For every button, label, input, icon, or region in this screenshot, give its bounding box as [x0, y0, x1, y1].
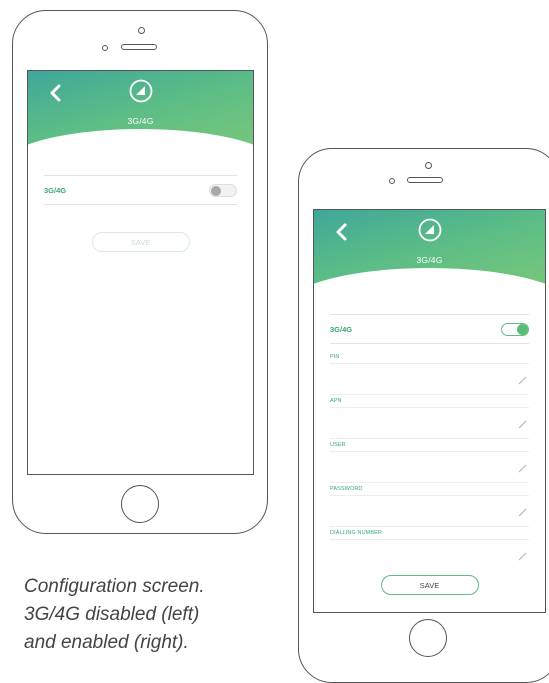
app-header: 3G/4G [314, 210, 545, 308]
header-curve [28, 129, 253, 169]
camera-dot [425, 162, 432, 169]
save-button[interactable]: SAVE [380, 575, 479, 595]
user-field: USER [330, 442, 529, 486]
network-toggle-switch[interactable] [209, 183, 237, 197]
apn-label: APN [330, 398, 342, 404]
pencil-icon[interactable] [518, 376, 527, 385]
caption-line: 3G/4G disabled (left) [24, 604, 200, 625]
divider [330, 526, 529, 527]
dialling-number-input[interactable] [330, 540, 529, 570]
phone-mockup-left: 3G/4G 3G/4G SAVE [12, 10, 268, 534]
caption-line: and enabled (right). [24, 632, 189, 653]
page-title: 3G/4G [416, 255, 443, 265]
password-input[interactable] [330, 496, 529, 526]
toggle-label: 3G/4G [330, 324, 353, 334]
dialling-number-label: DIALLING NUMBER [330, 530, 382, 536]
camera-dot [138, 27, 145, 34]
network-toggle-row: 3G/4G [44, 175, 237, 205]
home-button [409, 619, 447, 657]
toggle-knob [517, 323, 528, 335]
back-chevron-icon[interactable] [332, 222, 352, 242]
network-toggle-row: 3G/4G [330, 314, 529, 344]
circle-triangle-icon [129, 79, 152, 103]
password-label: PASSWORD [330, 486, 363, 492]
caption: Configuration screen. 3G/4G disabled (le… [24, 573, 274, 657]
pin-label: PIN [330, 354, 340, 360]
caption-line: Configuration screen. [24, 576, 205, 597]
header-curve [314, 268, 545, 308]
dialling-number-field: DIALLING NUMBER [330, 530, 529, 574]
home-button [121, 485, 159, 523]
app-header: 3G/4G [28, 71, 253, 169]
toggle-label: 3G/4G [44, 185, 67, 195]
toggle-knob [211, 185, 221, 196]
password-field: PASSWORD [330, 486, 529, 530]
divider [330, 482, 529, 483]
front-camera [389, 178, 395, 184]
user-input[interactable] [330, 452, 529, 482]
pencil-icon[interactable] [518, 464, 527, 473]
app-screen-disabled: 3G/4G 3G/4G SAVE [27, 70, 254, 475]
apn-input[interactable] [330, 408, 529, 438]
page-title: 3G/4G [127, 116, 154, 126]
divider [330, 438, 529, 439]
pencil-icon[interactable] [518, 508, 527, 517]
save-button[interactable]: SAVE [91, 232, 190, 252]
front-camera [102, 45, 108, 51]
network-toggle-switch[interactable] [501, 322, 529, 336]
pencil-icon[interactable] [518, 420, 527, 429]
earpiece-speaker [407, 177, 443, 183]
pin-field: PIN [330, 354, 529, 398]
pin-input[interactable] [330, 364, 529, 394]
circle-triangle-icon [418, 218, 441, 242]
back-chevron-icon[interactable] [46, 83, 66, 103]
divider [330, 394, 529, 395]
apn-field: APN [330, 398, 529, 442]
earpiece-speaker [121, 44, 157, 50]
user-label: USER [330, 442, 346, 448]
pencil-icon[interactable] [518, 552, 527, 561]
app-screen-enabled: 3G/4G 3G/4G PIN APN USER PASSWORD DIALLI… [313, 209, 546, 613]
phone-mockup-right: 3G/4G 3G/4G PIN APN USER PASSWORD DIALLI… [298, 148, 549, 683]
